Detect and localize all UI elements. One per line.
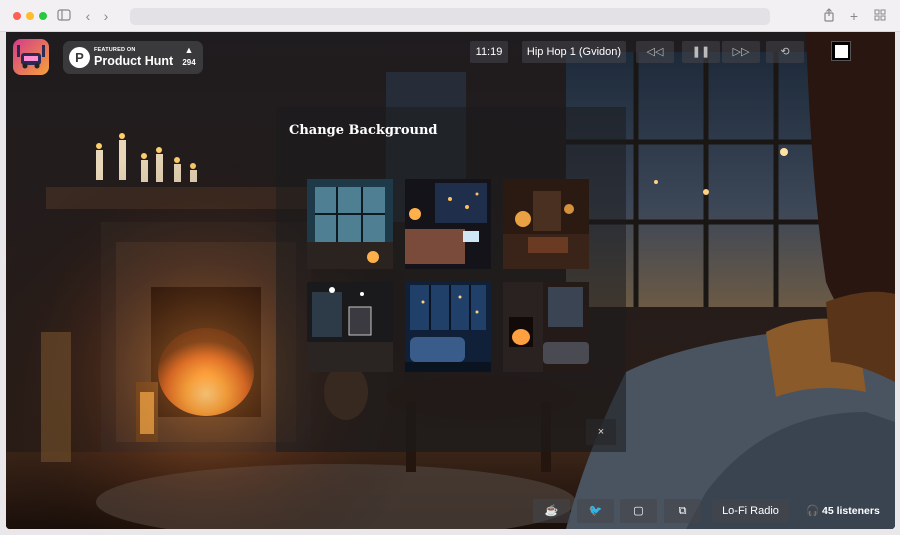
product-hunt-icon: P <box>69 47 90 68</box>
square-icon <box>835 45 848 58</box>
fast-forward-icon: ▷▷ <box>732 46 750 58</box>
twitter-bird-icon: 🐦 <box>588 505 603 517</box>
track-title[interactable]: Hip Hop 1 (Gvidon) <box>522 41 626 63</box>
minimize-window-button[interactable] <box>26 12 34 20</box>
change-background-button[interactable]: ⧉ <box>664 499 701 523</box>
modal-close-button[interactable]: × <box>586 419 616 445</box>
notes-button[interactable]: ▢ <box>620 499 657 523</box>
background-thumb-city-bedroom-night[interactable] <box>405 179 491 269</box>
headphones-icon: 🎧 <box>806 505 820 517</box>
featured-label: FEATURED ON <box>94 47 136 53</box>
share-icon[interactable] <box>821 8 837 24</box>
listeners-label: 45 listeners <box>822 505 880 517</box>
modal-title: Change Background <box>289 123 438 138</box>
address-bar[interactable] <box>130 8 770 25</box>
upvote-count: 294 <box>182 58 196 67</box>
background-thumb-cozy-library-room[interactable] <box>503 179 589 269</box>
product-hunt-name: Product Hunt <box>94 54 174 68</box>
background-thumb-glass-conservatory-room[interactable] <box>307 179 393 269</box>
change-background-modal: Change Background × <box>276 107 626 452</box>
background-thumb-blue-city-living-room[interactable] <box>405 282 491 372</box>
clock-display: 11:19 <box>470 41 508 63</box>
repeat-button[interactable]: ⟲ <box>766 41 804 63</box>
plus-icon[interactable]: + <box>846 8 862 24</box>
close-window-button[interactable] <box>13 12 21 20</box>
product-hunt-badge[interactable]: P FEATURED ON Product Hunt ▲ 294 <box>63 41 203 74</box>
theme-toggle-button[interactable] <box>831 41 851 61</box>
repeat-icon: ⟲ <box>780 46 790 58</box>
app-logo[interactable] <box>13 39 49 75</box>
tab-grid-icon[interactable] <box>872 8 888 24</box>
background-thumb-modern-dark-room[interactable] <box>307 282 393 372</box>
twitter-button[interactable]: 🐦 <box>577 499 614 523</box>
note-icon: ▢ <box>633 505 644 517</box>
buy-coffee-button[interactable]: ☕ <box>533 499 570 523</box>
zoom-window-button[interactable] <box>39 12 47 20</box>
chevron-left-icon[interactable]: ‹ <box>80 8 96 24</box>
sidebar-toggle-icon[interactable] <box>56 8 72 24</box>
rewind-button[interactable]: ◁◁ <box>636 41 674 63</box>
upvote-arrow-icon: ▲ <box>184 45 194 55</box>
listeners-count: 🎧 45 listeners <box>806 504 880 518</box>
lofi-page: P FEATURED ON Product Hunt ▲ 294 11:19 H… <box>6 32 895 529</box>
coffee-cup-icon: ☕ <box>544 505 559 517</box>
fast-forward-button[interactable]: ▷▷ <box>722 41 760 63</box>
rewind-icon: ◁◁ <box>646 46 664 58</box>
pause-icon: ❚❚ <box>691 46 711 58</box>
images-icon: ⧉ <box>678 505 687 517</box>
chevron-right-icon[interactable]: › <box>98 8 114 24</box>
pause-button[interactable]: ❚❚ <box>682 41 720 63</box>
browser-toolbar: ‹ › + <box>0 0 900 32</box>
lofi-radio-button[interactable]: Lo-Fi Radio <box>712 499 789 523</box>
background-thumb-fireplace-living-room[interactable] <box>503 282 589 372</box>
